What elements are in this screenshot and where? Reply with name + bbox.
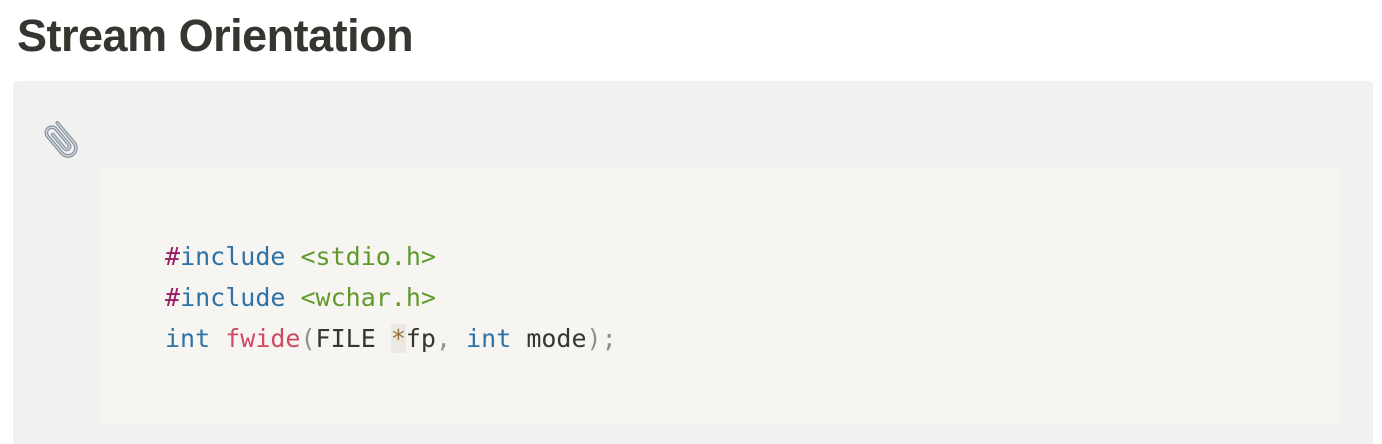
code-line-2: #include <wchar.h> xyxy=(165,277,617,318)
paperclip-icon xyxy=(39,115,87,163)
page: Stream Orientation #include <stdio.h> #in… xyxy=(0,0,1382,444)
include-header: <wchar.h> xyxy=(300,283,436,312)
preprocessor-hash: # xyxy=(165,283,181,312)
param-type-file: FILE xyxy=(315,324,391,353)
callout-block: #include <stdio.h> #include <wchar.h> int … xyxy=(13,81,1373,444)
return-type: int xyxy=(165,324,211,353)
close-paren: ) xyxy=(586,324,602,353)
include-header: <stdio.h> xyxy=(300,242,436,271)
param-name-fp: fp xyxy=(405,324,436,353)
code-line-1: #include <stdio.h> xyxy=(165,236,617,277)
preprocessor-directive: include xyxy=(180,283,286,312)
page-title: Stream Orientation xyxy=(17,10,414,61)
open-paren: ( xyxy=(300,324,316,353)
function-name: fwide xyxy=(225,324,301,353)
pointer-operator: * xyxy=(390,324,406,353)
code-block[interactable]: #include <stdio.h> #include <wchar.h> int … xyxy=(101,169,1341,423)
preprocessor-hash: # xyxy=(165,242,181,271)
semicolon: ; xyxy=(601,324,617,353)
comma: , xyxy=(435,324,452,353)
preprocessor-directive: include xyxy=(180,242,286,271)
param-name-mode: mode xyxy=(511,324,587,353)
code-text: #include <stdio.h> #include <wchar.h> int … xyxy=(165,236,617,359)
code-line-3: int fwide(FILE *fp, int mode); xyxy=(165,318,617,359)
param-type-int: int xyxy=(466,324,512,353)
